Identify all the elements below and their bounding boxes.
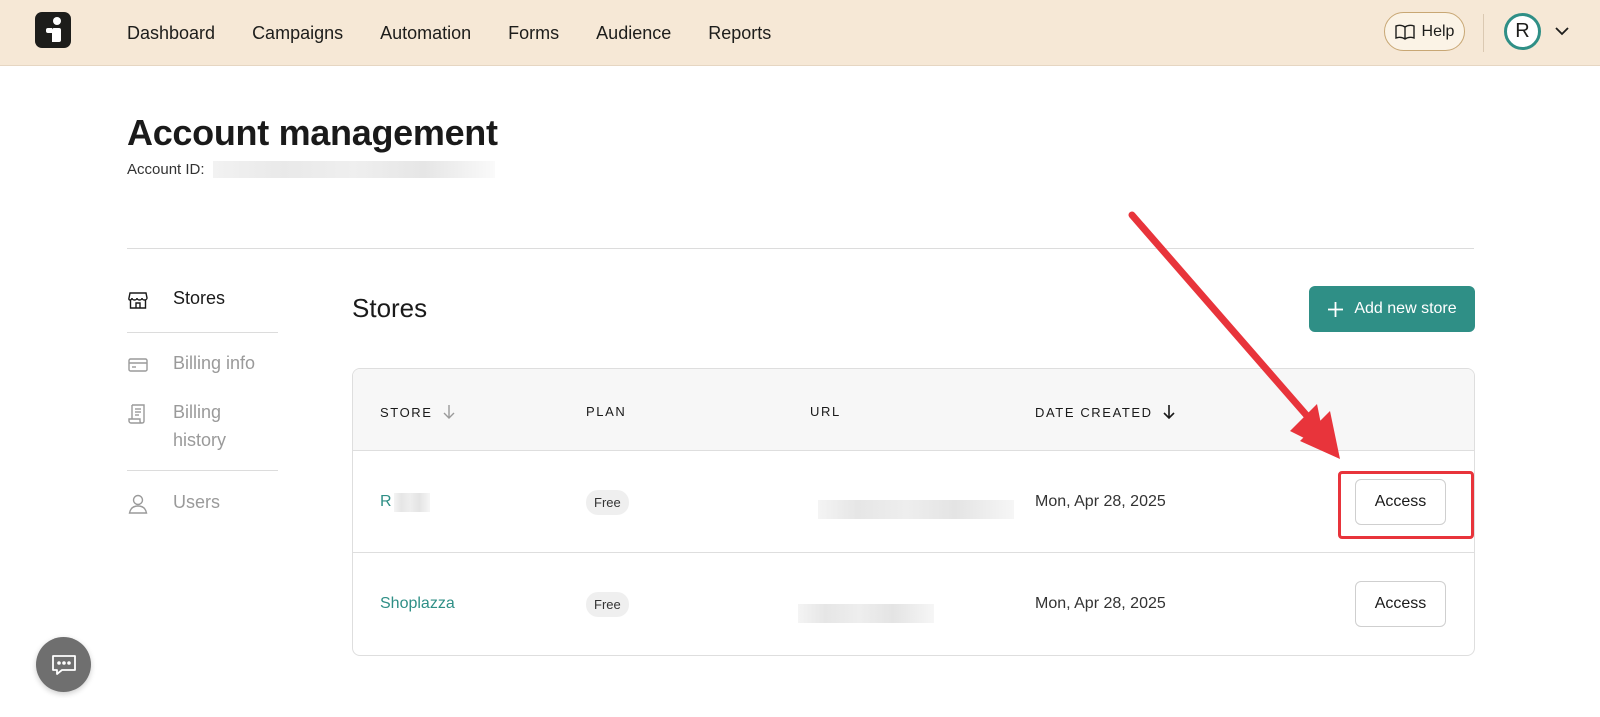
account-id-label: Account ID:: [127, 161, 205, 178]
nav-automation[interactable]: Automation: [380, 23, 471, 44]
app-logo[interactable]: [35, 12, 71, 48]
user-avatar[interactable]: R: [1504, 13, 1541, 50]
user-icon: [128, 494, 148, 514]
nav-forms[interactable]: Forms: [508, 23, 559, 44]
sidebar-item-billing-history[interactable]: Billing history: [127, 398, 243, 454]
help-label: Help: [1421, 22, 1455, 40]
column-header-label: PLAN: [586, 404, 627, 419]
sort-arrow-down-icon[interactable]: [442, 404, 456, 420]
store-name-link[interactable]: R: [380, 493, 392, 511]
sidebar-item-label: Stores: [173, 288, 226, 308]
annotation-highlight-box: [1338, 471, 1474, 539]
nav-reports[interactable]: Reports: [708, 23, 771, 44]
plan-cell: Free: [586, 553, 629, 655]
plan-badge: Free: [586, 591, 629, 617]
column-header-label: URL: [810, 404, 841, 419]
chevron-down-icon[interactable]: [1555, 26, 1569, 36]
table-row: Shoplazza Free Mon, Apr 28, 2025 Access: [353, 553, 1474, 655]
date-created: Mon, Apr 28, 2025: [1035, 493, 1166, 510]
store-name-cell: R: [380, 451, 430, 553]
action-cell: Access: [1355, 553, 1446, 655]
main-nav: Dashboard Campaigns Automation Forms Aud…: [127, 0, 808, 66]
page-title: Account management: [127, 112, 498, 153]
column-header-url: URL: [810, 404, 841, 419]
url-cell: [798, 553, 934, 655]
chat-launcher-button[interactable]: [36, 637, 91, 692]
sidebar-item-label: Billing info: [173, 353, 256, 373]
nav-audience[interactable]: Audience: [596, 23, 671, 44]
account-id: Account ID:: [127, 161, 495, 178]
sidebar-divider: [127, 332, 278, 333]
sidebar-item-billing-info[interactable]: Billing info: [127, 353, 255, 376]
account-id-value-redacted: [212, 161, 495, 178]
sidebar-item-label: Billing history: [173, 402, 227, 450]
store-icon: [128, 292, 148, 309]
receipt-icon: [128, 404, 145, 424]
top-navigation-bar: Dashboard Campaigns Automation Forms Aud…: [0, 0, 1600, 66]
help-button[interactable]: Help: [1384, 12, 1465, 51]
column-header-store[interactable]: STORE: [380, 404, 456, 420]
column-header-label: STORE: [380, 404, 433, 420]
date-created: Mon, Apr 28, 2025: [1035, 595, 1166, 612]
url-redacted: [818, 499, 1014, 519]
nav-divider: [1483, 14, 1484, 52]
store-name-link[interactable]: Shoplazza: [380, 595, 455, 613]
url-redacted: [798, 603, 934, 623]
sidebar-item-label: Users: [173, 492, 221, 512]
access-button[interactable]: Access: [1355, 581, 1446, 627]
avatar-initial: R: [1515, 20, 1530, 42]
book-icon: [1394, 24, 1415, 40]
nav-campaigns[interactable]: Campaigns: [252, 23, 343, 44]
sidebar-divider: [127, 470, 278, 471]
column-header-plan: PLAN: [586, 404, 626, 419]
credit-card-icon: [128, 358, 148, 372]
sidebar-item-stores[interactable]: Stores: [127, 288, 225, 311]
date-cell: Mon, Apr 28, 2025: [1035, 553, 1166, 655]
store-name-cell: Shoplazza: [380, 553, 455, 655]
sidebar-item-users[interactable]: Users: [127, 492, 220, 515]
plan-badge: Free: [586, 489, 629, 515]
add-new-store-label: Add new store: [1354, 300, 1457, 317]
annotation-arrow-icon: [1128, 211, 1340, 459]
chat-bubble-icon: [51, 654, 76, 675]
plan-cell: Free: [586, 451, 629, 553]
stores-heading: Stores: [352, 293, 428, 323]
store-name-redacted: [393, 492, 430, 512]
nav-dashboard[interactable]: Dashboard: [127, 23, 215, 44]
url-cell: [818, 451, 1014, 553]
